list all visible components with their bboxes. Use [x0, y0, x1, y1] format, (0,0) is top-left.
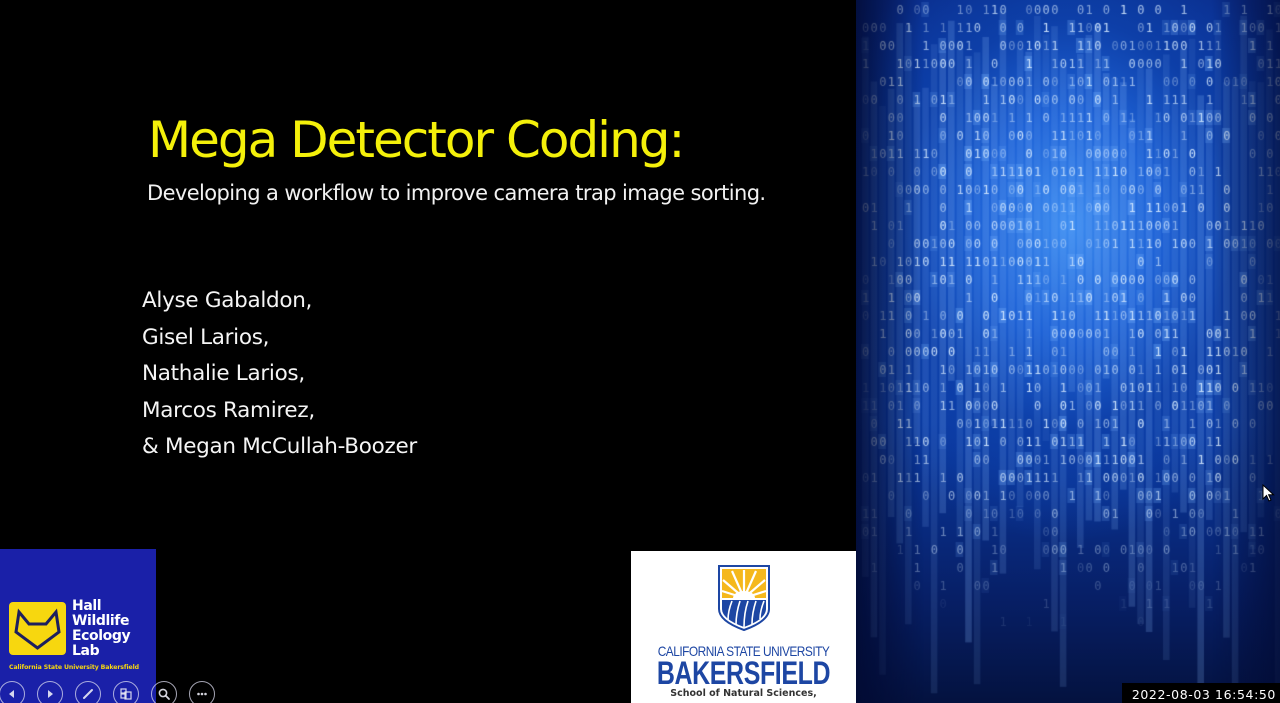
fox-head-icon [9, 602, 66, 655]
presentation-slide: Mega Detector Coding: Developing a workf… [0, 0, 856, 703]
previous-slide-button[interactable] [0, 681, 25, 703]
author-name: Nathalie Larios, [142, 361, 305, 386]
sun-shield-icon [718, 565, 770, 631]
chevron-right-icon [48, 690, 53, 698]
hall-name-line: Lab [72, 643, 100, 659]
hall-university-label: California State University Bakersfield [9, 664, 139, 671]
hall-lab-name: Hall Wildlife Ecology Lab [72, 598, 131, 659]
csub-school-label: School of Natural Sciences, [670, 688, 817, 699]
author-name: Alyse Gabaldon, [142, 288, 313, 313]
recording-timestamp: 2022-08-03 16:54:50 [1121, 683, 1280, 703]
author-name: Marcos Ramirez, [142, 397, 315, 423]
author-name: & Megan McCullah-Boozer [142, 434, 417, 459]
panel-vignette [856, 0, 1280, 703]
pen-tool-button[interactable] [75, 681, 101, 703]
presenter-toolbar [0, 681, 215, 703]
ellipsis-icon [197, 692, 207, 696]
more-options-button[interactable] [189, 681, 215, 703]
slides-icon [120, 688, 132, 700]
zoom-slide-button[interactable] [151, 681, 177, 703]
slide-subtitle: Developing a workflow to improve camera … [147, 181, 766, 205]
hall-name-line: Hall [72, 598, 102, 614]
magnifier-icon [158, 688, 170, 700]
author-name: Gisel Larios, [142, 324, 270, 350]
binary-code-background-image [856, 0, 1280, 703]
hall-name-line: Wildlife [72, 613, 130, 629]
author-list: Alyse Gabaldon, Gisel Larios, Nathalie L… [142, 283, 417, 466]
next-slide-button[interactable] [37, 681, 63, 703]
csub-logo: CALIFORNIA STATE UNIVERSITY BAKERSFIELD … [631, 551, 856, 703]
hall-name-line: Ecology [72, 628, 131, 644]
see-all-slides-button[interactable] [113, 681, 139, 703]
csub-campus-label: BAKERSFIELD [656, 655, 831, 691]
slide-title: Mega Detector Coding: [148, 111, 685, 169]
mouse-cursor-icon [1262, 484, 1275, 502]
chevron-left-icon [9, 690, 14, 698]
pen-icon [83, 689, 93, 699]
